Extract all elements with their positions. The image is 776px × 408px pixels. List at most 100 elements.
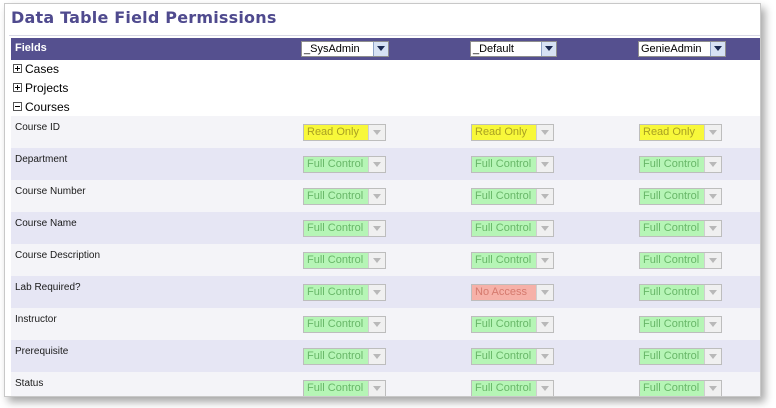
role-select-value: _Default	[473, 43, 514, 55]
field-row: Status Full Control Full Control Full Contr…	[11, 372, 760, 396]
permission-select[interactable]: Full Control	[639, 316, 722, 333]
permission-value: Read Only	[304, 125, 368, 140]
permission-value: Full Control	[472, 189, 536, 204]
field-row: Department Full Control Full Control Full C…	[11, 148, 760, 180]
permission-select[interactable]: Full Control	[639, 220, 722, 237]
chevron-down-icon[interactable]	[368, 349, 385, 364]
field-name: Course ID	[15, 122, 61, 133]
expand-icon[interactable]	[13, 64, 22, 73]
chevron-down-icon[interactable]	[536, 189, 553, 204]
permission-select[interactable]: Full Control	[639, 156, 722, 173]
chevron-down-icon[interactable]	[536, 349, 553, 364]
chevron-down-icon[interactable]	[368, 317, 385, 332]
permission-value: Full Control	[304, 317, 368, 332]
chevron-down-icon[interactable]	[373, 42, 388, 56]
permission-value: Full Control	[472, 221, 536, 236]
chevron-down-icon[interactable]	[704, 125, 721, 140]
permission-value: Read Only	[640, 125, 704, 140]
role-select-genieadmin[interactable]: GenieAdmin	[638, 41, 726, 57]
field-name: Prerequisite	[15, 346, 69, 357]
field-name: Department	[15, 154, 68, 165]
chevron-down-icon[interactable]	[368, 253, 385, 268]
chevron-down-icon[interactable]	[704, 189, 721, 204]
permission-value: Full Control	[640, 381, 704, 396]
chevron-down-icon[interactable]	[536, 253, 553, 268]
permission-value: Full Control	[304, 381, 368, 396]
permission-value: Full Control	[304, 285, 368, 300]
chevron-down-icon[interactable]	[536, 317, 553, 332]
field-name: Course Number	[15, 186, 86, 197]
chevron-down-icon[interactable]	[704, 253, 721, 268]
permission-value: Full Control	[640, 285, 704, 300]
permission-value: Full Control	[304, 221, 368, 236]
permission-select[interactable]: Full Control	[303, 348, 386, 365]
permission-value: Full Control	[304, 349, 368, 364]
chevron-down-icon[interactable]	[704, 157, 721, 172]
permission-value: Full Control	[304, 189, 368, 204]
chevron-down-icon[interactable]	[704, 349, 721, 364]
permission-select[interactable]: Full Control	[471, 316, 554, 333]
role-select-default[interactable]: _Default	[470, 41, 557, 57]
permission-select[interactable]: Full Control	[471, 252, 554, 269]
page-title: Data Table Field Permissions	[11, 8, 277, 27]
permission-value: Full Control	[640, 317, 704, 332]
permission-select[interactable]: Full Control	[303, 220, 386, 237]
permission-value: Full Control	[640, 349, 704, 364]
chevron-down-icon[interactable]	[536, 285, 553, 300]
permission-value: Read Only	[472, 125, 536, 140]
permission-value: Full Control	[640, 189, 704, 204]
chevron-down-icon[interactable]	[536, 157, 553, 172]
permission-select[interactable]: Full Control	[303, 188, 386, 205]
field-row: Course Number Full Control Full Control Ful…	[11, 180, 760, 212]
permission-select[interactable]: Full Control	[639, 284, 722, 301]
chevron-down-icon[interactable]	[704, 381, 721, 396]
chevron-down-icon[interactable]	[710, 42, 725, 56]
field-name: Lab Required?	[15, 282, 81, 293]
permission-value: Full Control	[472, 317, 536, 332]
permission-select[interactable]: Full Control	[471, 380, 554, 396]
permission-select[interactable]: Full Control	[639, 252, 722, 269]
chevron-down-icon[interactable]	[368, 189, 385, 204]
chevron-down-icon[interactable]	[536, 381, 553, 396]
chevron-down-icon[interactable]	[368, 125, 385, 140]
permission-select[interactable]: Full Control	[303, 156, 386, 173]
permission-select[interactable]: Full Control	[471, 348, 554, 365]
role-select-sysadmin[interactable]: _SysAdmin	[301, 41, 389, 57]
field-row: Prerequisite Full Control Full Control Full…	[11, 340, 760, 372]
chevron-down-icon[interactable]	[704, 285, 721, 300]
permission-select[interactable]: Full Control	[471, 188, 554, 205]
field-row: Course ID Read Only Read Only Read Only	[11, 116, 760, 148]
chevron-down-icon[interactable]	[541, 42, 556, 56]
role-select-value: GenieAdmin	[641, 43, 702, 55]
chevron-down-icon[interactable]	[704, 221, 721, 236]
permission-value: Full Control	[640, 221, 704, 236]
permission-select[interactable]: Full Control	[639, 348, 722, 365]
permission-select[interactable]: Full Control	[639, 188, 722, 205]
permission-select[interactable]: Read Only	[471, 124, 554, 141]
field-name: Instructor	[15, 314, 57, 325]
collapse-icon[interactable]	[13, 102, 22, 111]
chevron-down-icon[interactable]	[536, 125, 553, 140]
chevron-down-icon[interactable]	[368, 157, 385, 172]
permission-select[interactable]: Full Control	[471, 220, 554, 237]
role-select-value: _SysAdmin	[304, 43, 360, 55]
tree-item-label: Cases	[25, 62, 60, 76]
chevron-down-icon[interactable]	[704, 317, 721, 332]
permission-select[interactable]: Full Control	[471, 156, 554, 173]
permission-select[interactable]: Full Control	[303, 316, 386, 333]
fields-header-label: Fields	[15, 42, 47, 54]
permission-select[interactable]: Read Only	[303, 124, 386, 141]
chevron-down-icon[interactable]	[368, 221, 385, 236]
chevron-down-icon[interactable]	[536, 221, 553, 236]
expand-icon[interactable]	[13, 83, 22, 92]
chevron-down-icon[interactable]	[368, 285, 385, 300]
permission-select[interactable]: No Access	[471, 284, 554, 301]
permission-value: Full Control	[640, 253, 704, 268]
permission-select[interactable]: Full Control	[303, 252, 386, 269]
permission-select[interactable]: Full Control	[639, 380, 722, 396]
permission-select[interactable]: Full Control	[303, 284, 386, 301]
chevron-down-icon[interactable]	[368, 381, 385, 396]
field-name: Course Name	[15, 218, 77, 229]
permission-select[interactable]: Read Only	[639, 124, 722, 141]
permission-select[interactable]: Full Control	[303, 380, 386, 396]
